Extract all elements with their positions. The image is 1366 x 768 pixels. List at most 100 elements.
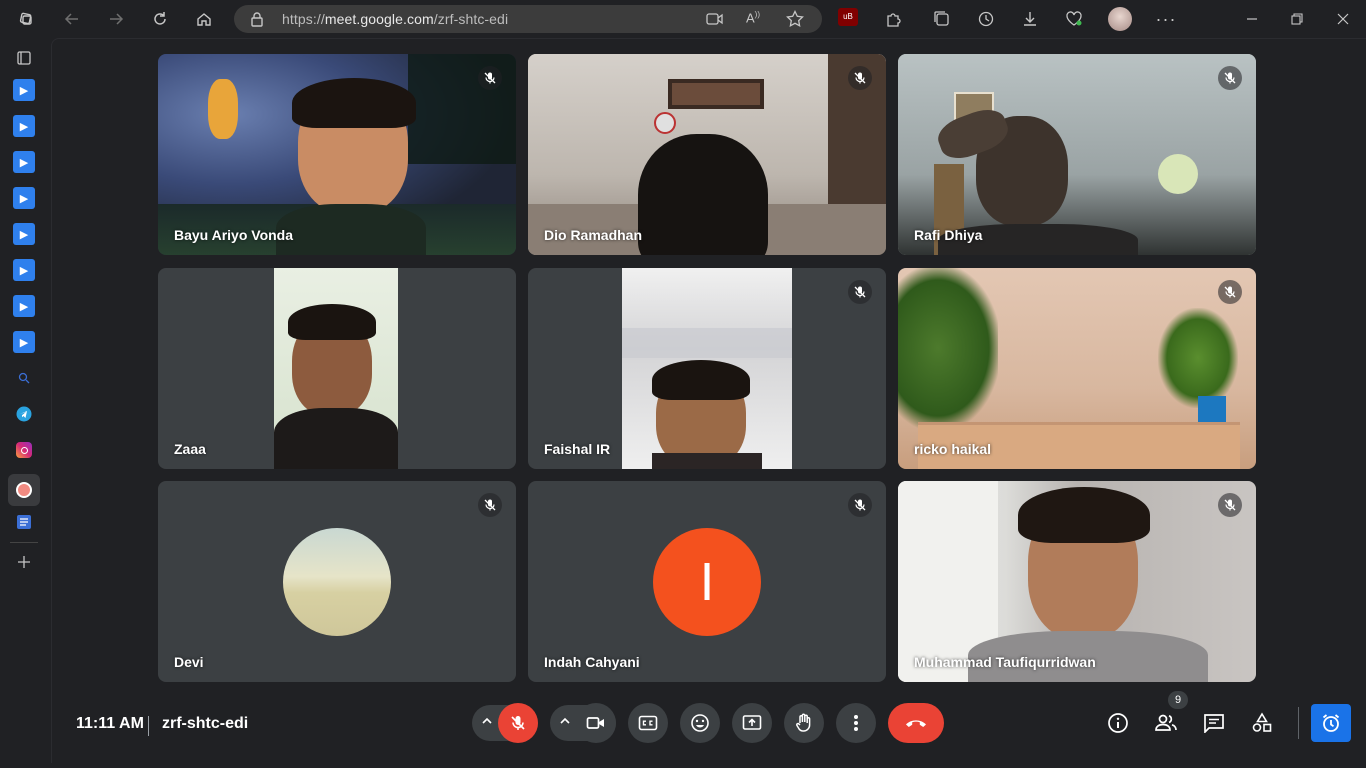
sidebar-app-7-icon[interactable]: ▶: [12, 294, 36, 318]
meeting-clock: 11:11 AM: [76, 715, 144, 732]
more-vert-icon: [854, 715, 858, 731]
notes-icon[interactable]: [12, 510, 36, 534]
performance-heart-icon[interactable]: [1058, 3, 1090, 35]
address-bar[interactable]: https://meet.google.com/zrf-shtc-edi A)): [234, 5, 822, 33]
favorite-star-icon[interactable]: [786, 9, 804, 33]
url-host: meet.google.com: [324, 11, 434, 27]
camera-control-group: [550, 703, 616, 743]
refresh-icon[interactable]: [144, 3, 176, 35]
camera-toggle-button[interactable]: [576, 703, 616, 743]
leave-call-button[interactable]: [888, 703, 944, 743]
meeting-details-button[interactable]: [1104, 709, 1132, 737]
participant-video: [898, 481, 1256, 682]
chat-icon: [1204, 714, 1224, 733]
muted-indicator: [478, 493, 502, 517]
people-icon: [1155, 714, 1177, 731]
participant-tile-zaaa[interactable]: Zaaa: [158, 268, 516, 469]
captions-icon: [638, 715, 658, 731]
participant-name: Bayu Ariyo Vonda: [174, 227, 294, 243]
muted-indicator: [848, 66, 872, 90]
sidebar-app-8-icon[interactable]: ▶: [12, 330, 36, 354]
instagram-icon[interactable]: [12, 438, 36, 462]
participant-tile-faishal[interactable]: Faishal IR: [528, 268, 886, 469]
participant-name: Rafi Dhiya: [914, 227, 983, 243]
mic-toggle-button[interactable]: [498, 703, 538, 743]
reactions-button[interactable]: [680, 703, 720, 743]
sidebar-app-3-icon[interactable]: ▶: [12, 150, 36, 174]
participant-tile-dio[interactable]: Dio Ramadhan: [528, 54, 886, 255]
sidebar-app-4-icon[interactable]: ▶: [12, 186, 36, 210]
restore-icon[interactable]: [1281, 3, 1313, 35]
participant-name: Muhammad Taufiqurridwan: [914, 654, 1096, 670]
muted-indicator: [848, 493, 872, 517]
meeting-control-bar: 11:11 AM zrf-shtc-edi 9: [52, 691, 1366, 763]
participant-tile-devi[interactable]: Devi: [158, 481, 516, 682]
participant-video: [528, 54, 886, 255]
mic-options-chevron-icon[interactable]: [480, 714, 494, 733]
chat-button[interactable]: [1200, 709, 1228, 737]
camera-permission-icon[interactable]: [706, 11, 724, 32]
clock-separator: [148, 716, 149, 736]
participant-name: Dio Ramadhan: [544, 227, 643, 243]
participant-tile-bayu[interactable]: Bayu Ariyo Vonda: [158, 54, 516, 255]
home-icon[interactable]: [188, 3, 220, 35]
more-options-icon[interactable]: ···: [1150, 3, 1182, 35]
participant-hair: [292, 78, 416, 128]
telegram-icon[interactable]: [12, 402, 36, 426]
present-screen-button[interactable]: [732, 703, 772, 743]
minimize-icon[interactable]: [1236, 3, 1268, 35]
participant-hair: [652, 360, 750, 400]
participant-tile-ricko[interactable]: ricko haikal: [898, 268, 1256, 469]
alarm-clock-icon: [1322, 714, 1340, 732]
control-separator: [1298, 707, 1299, 739]
more-options-button[interactable]: [836, 703, 876, 743]
sidebar-search-icon[interactable]: [12, 366, 36, 390]
participant-tile-rafi[interactable]: Rafi Dhiya: [898, 54, 1256, 255]
info-icon: [1108, 713, 1128, 733]
participant-name: Faishal IR: [544, 441, 611, 457]
emoji-icon: [691, 714, 709, 732]
sidebar-app-6-icon[interactable]: ▶: [12, 258, 36, 282]
mic-off-icon: [511, 716, 525, 730]
record-icon[interactable]: [8, 474, 40, 506]
activities-button[interactable]: [1248, 709, 1276, 737]
captions-button[interactable]: [628, 703, 668, 743]
read-aloud-icon[interactable]: A)): [746, 10, 760, 25]
participant-name: Zaaa: [174, 441, 206, 457]
sidebar-app-1-icon[interactable]: ▶: [12, 78, 36, 102]
tab-actions-icon[interactable]: [12, 46, 36, 70]
participant-tile-indah[interactable]: I Indah Cahyani: [528, 481, 886, 682]
url-text[interactable]: https://meet.google.com/zrf-shtc-edi: [282, 11, 508, 27]
lock-icon[interactable]: [250, 11, 264, 32]
muted-indicator: [1218, 280, 1242, 304]
participant-tile-muhammad[interactable]: Muhammad Taufiqurridwan: [898, 481, 1256, 682]
people-button[interactable]: 9: [1152, 691, 1188, 737]
camera-options-chevron-icon[interactable]: [558, 714, 572, 733]
raise-hand-icon: [796, 713, 811, 732]
background-plant-right: [1158, 308, 1238, 408]
muted-indicator: [1218, 66, 1242, 90]
browser-sidebar: ▶ ▶ ▶ ▶ ▶ ▶ ▶ ▶: [0, 38, 48, 768]
raise-hand-button[interactable]: [784, 703, 824, 743]
muted-indicator: [1218, 493, 1242, 517]
extension-ublock-icon[interactable]: uB: [838, 8, 860, 32]
background-plant-left: [898, 268, 998, 428]
participant-hair: [1018, 487, 1150, 543]
close-window-icon[interactable]: [1327, 3, 1359, 35]
history-icon[interactable]: [970, 3, 1002, 35]
sidebar-app-5-icon[interactable]: ▶: [12, 222, 36, 246]
profile-avatar[interactable]: [1108, 7, 1132, 31]
url-path: /zrf-shtc-edi: [433, 11, 509, 27]
host-controls-button[interactable]: [1311, 704, 1351, 742]
sidebar-app-2-icon[interactable]: ▶: [12, 114, 36, 138]
add-sidebar-app-icon[interactable]: [12, 550, 36, 574]
back-icon[interactable]: [56, 3, 88, 35]
participant-avatar-initial: I: [653, 528, 761, 636]
background-lamp: [1158, 154, 1198, 194]
workspaces-icon[interactable]: [10, 3, 42, 35]
collections-icon[interactable]: [926, 3, 958, 35]
downloads-icon[interactable]: [1014, 3, 1046, 35]
present-icon: [742, 715, 762, 730]
forward-icon[interactable]: [100, 3, 132, 35]
extensions-puzzle-icon[interactable]: [878, 3, 910, 35]
